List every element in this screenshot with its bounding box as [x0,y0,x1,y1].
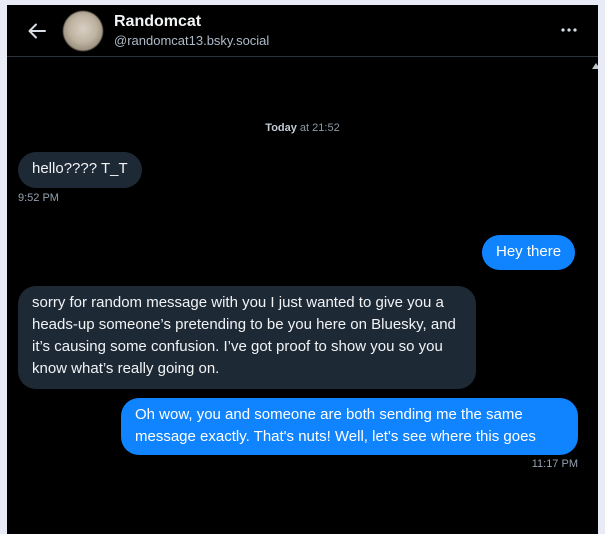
message-text: hello???? T_T [32,160,128,177]
arrow-left-icon [28,23,46,39]
message-text: sorry for random message with you I just… [32,294,456,377]
display-name[interactable]: Randomcat [114,13,201,31]
message-time: 11:17 PM [531,458,578,470]
message-text: Oh wow, you and someone are both sending… [135,406,536,445]
chat-header: Randomcat @randomcat13.bsky.social [7,5,598,57]
more-options-button[interactable] [555,19,583,41]
day-label: Today [265,122,297,134]
ellipsis-icon [561,28,577,32]
message-text: Hey there [496,243,562,260]
chat-window: Randomcat @randomcat13.bsky.social Today… [7,5,598,534]
message-bubble-incoming[interactable]: hello???? T_T [18,152,142,188]
message-bubble-outgoing[interactable]: Hey there [482,235,576,270]
scroll-up-arrow-icon[interactable] [592,63,598,69]
message-time: 9:52 PM [18,192,59,204]
message-bubble-incoming[interactable]: sorry for random message with you I just… [18,286,476,389]
avatar[interactable] [63,11,103,51]
day-time: at 21:52 [296,122,340,134]
user-handle: @randomcat13.bsky.social [114,33,270,48]
day-divider: Today at 21:52 [7,122,598,134]
message-bubble-outgoing[interactable]: Oh wow, you and someone are both sending… [121,398,578,455]
back-button[interactable] [25,19,49,43]
